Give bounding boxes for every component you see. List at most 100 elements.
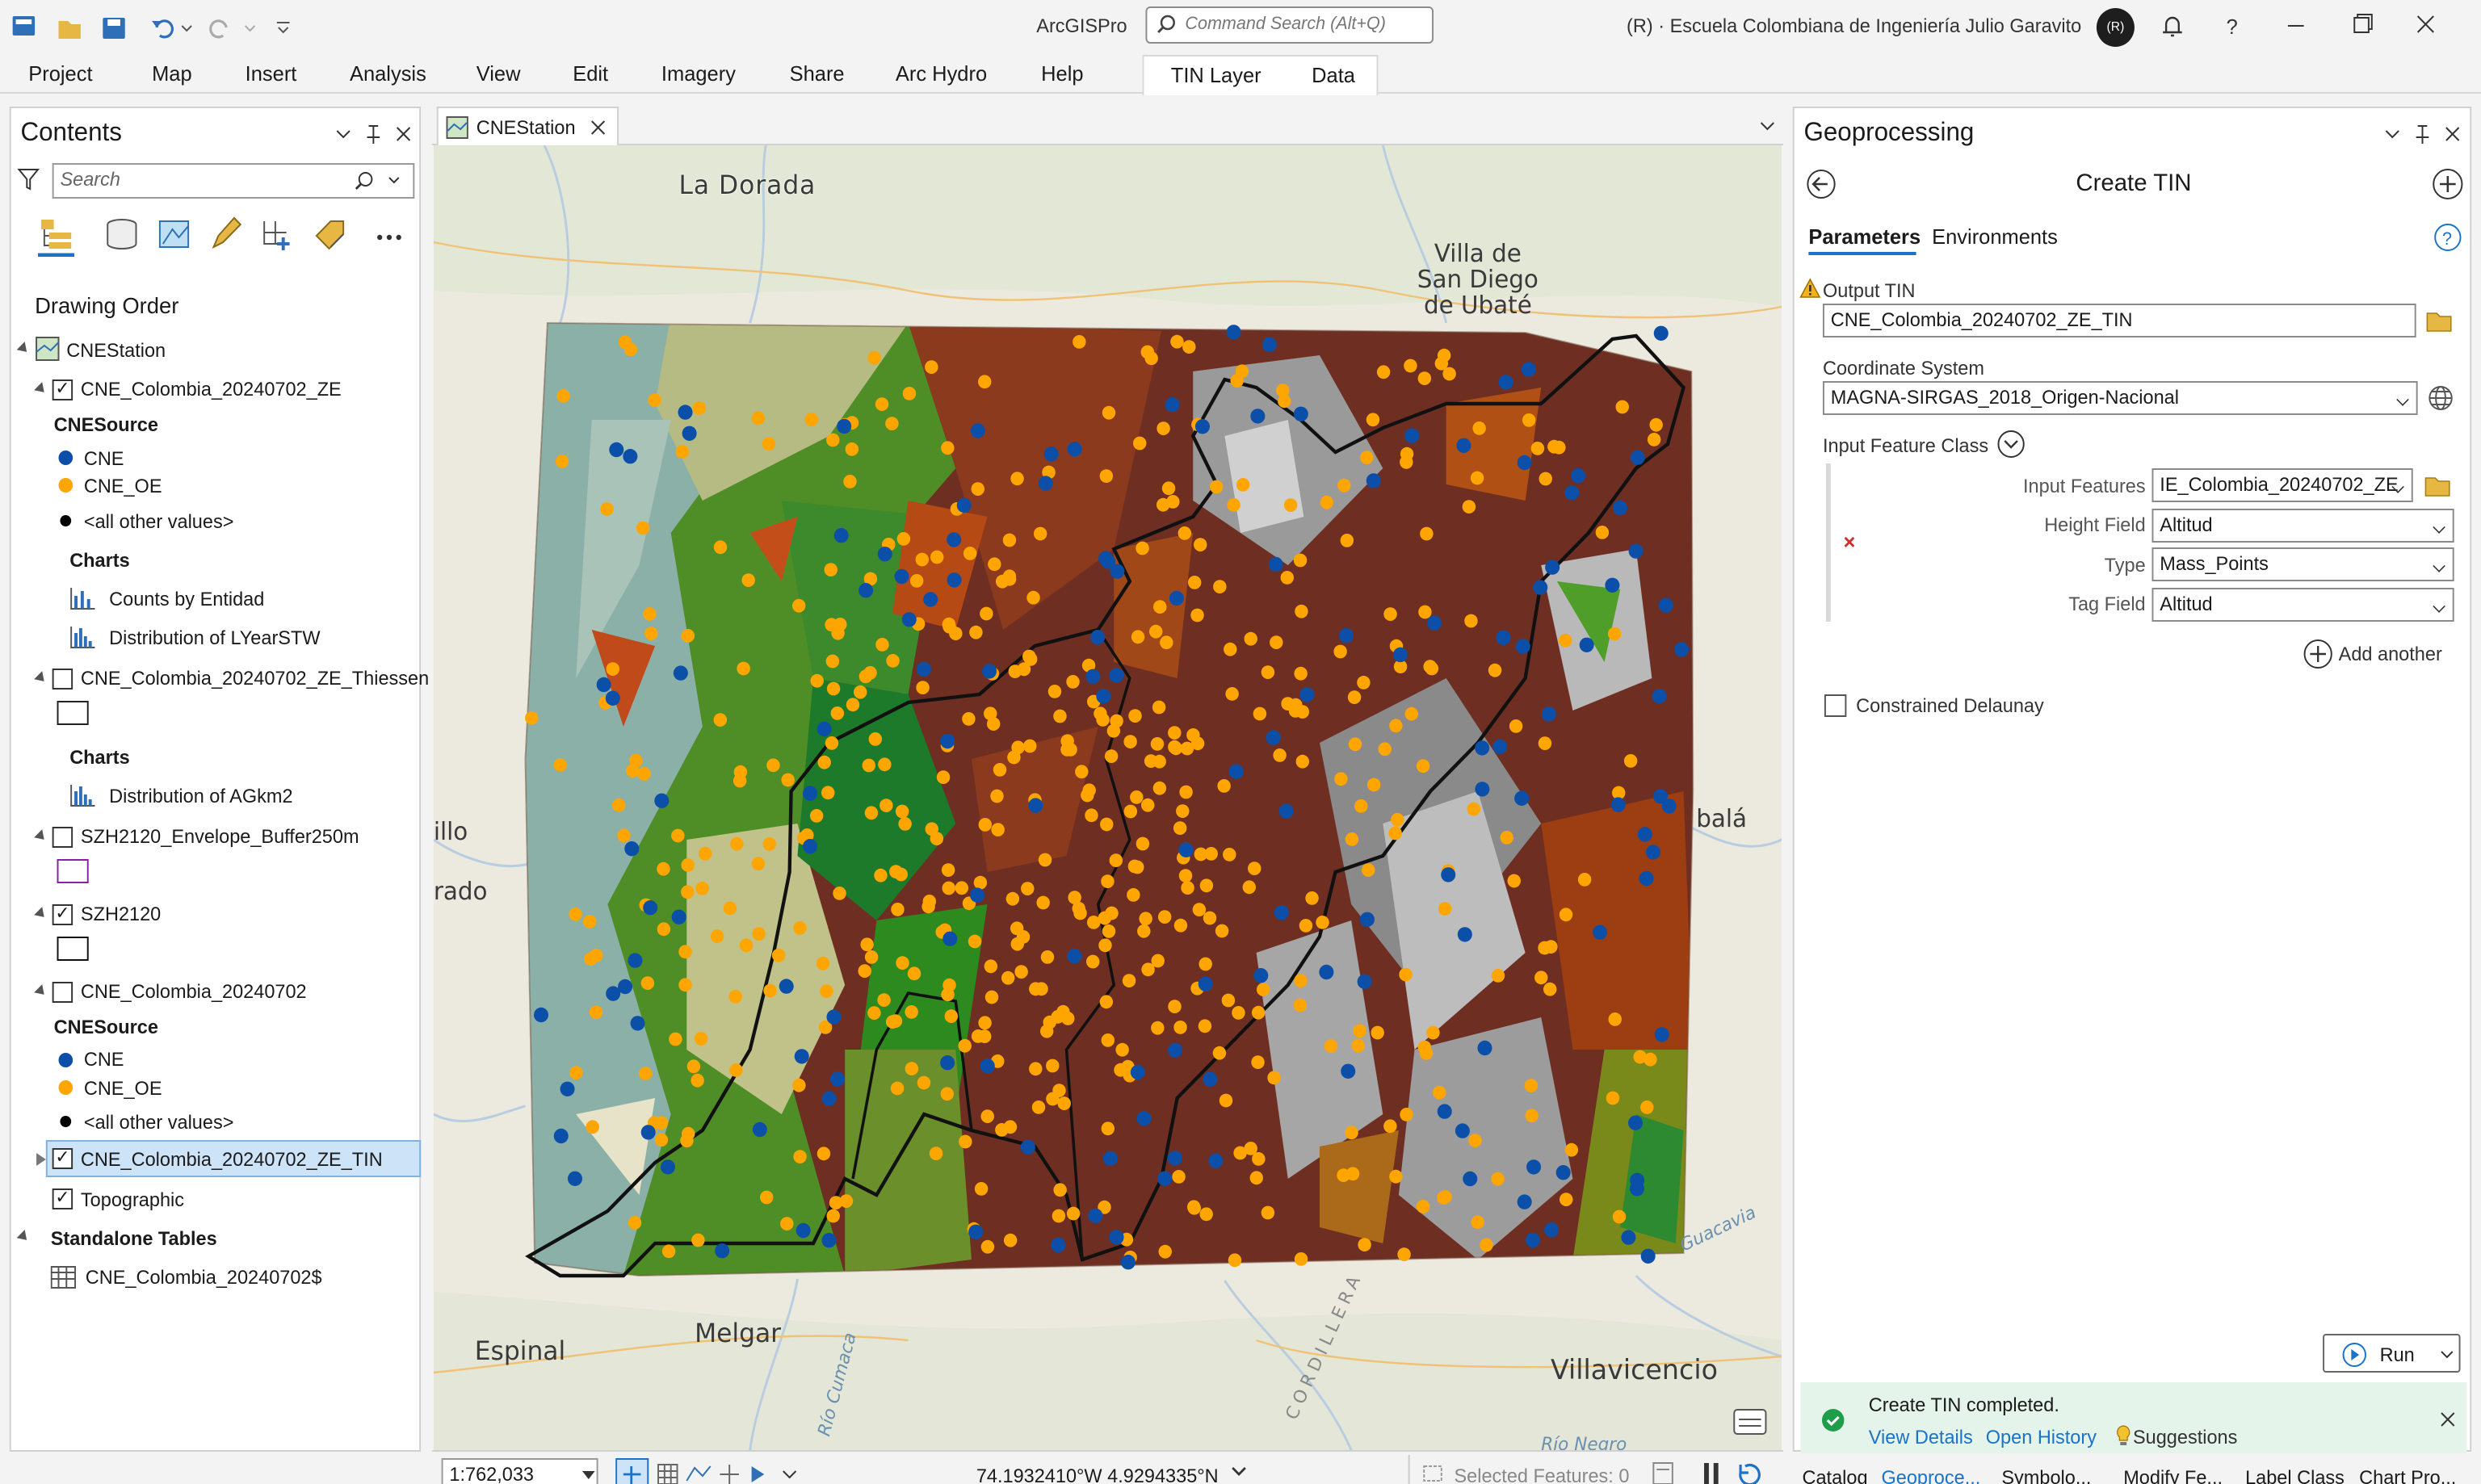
polygon-symbol[interactable] xyxy=(57,701,89,725)
station-point[interactable] xyxy=(962,712,976,726)
station-point[interactable] xyxy=(730,836,744,851)
station-point[interactable] xyxy=(1160,635,1173,650)
station-point[interactable] xyxy=(1347,690,1362,704)
station-point[interactable] xyxy=(1173,821,1187,835)
station-point[interactable] xyxy=(1266,730,1281,745)
station-point[interactable] xyxy=(917,1075,931,1090)
station-point[interactable] xyxy=(821,786,835,800)
station-point[interactable] xyxy=(1167,1151,1182,1166)
station-point[interactable] xyxy=(1595,526,1610,539)
station-point[interactable] xyxy=(681,858,695,872)
station-point[interactable] xyxy=(1645,845,1660,860)
station-point[interactable] xyxy=(1236,478,1250,492)
station-point[interactable] xyxy=(877,993,891,1007)
tab-modify-features[interactable]: Modify Fe... xyxy=(2123,1460,2223,1484)
station-point[interactable] xyxy=(1274,905,1289,920)
station-point[interactable] xyxy=(1248,861,1261,875)
station-point[interactable] xyxy=(643,607,657,621)
station-point[interactable] xyxy=(803,839,818,854)
station-point[interactable] xyxy=(1021,882,1035,895)
station-point[interactable] xyxy=(1110,714,1123,728)
station-point[interactable] xyxy=(1362,863,1375,877)
station-point[interactable] xyxy=(905,1005,918,1019)
collapse-icon[interactable] xyxy=(34,829,48,844)
station-point[interactable] xyxy=(963,547,977,560)
station-point[interactable] xyxy=(830,706,845,720)
station-point[interactable] xyxy=(886,654,900,668)
station-point[interactable] xyxy=(1472,421,1486,435)
station-point[interactable] xyxy=(1090,630,1106,645)
station-point[interactable] xyxy=(1500,831,1513,845)
station-point[interactable] xyxy=(1559,1193,1573,1206)
station-point[interactable] xyxy=(1075,765,1089,779)
station-point[interactable] xyxy=(1654,1027,1669,1042)
station-point[interactable] xyxy=(1068,891,1081,904)
station-point[interactable] xyxy=(1085,808,1098,823)
station-point[interactable] xyxy=(1464,614,1478,628)
station-point[interactable] xyxy=(1038,476,1053,491)
station-point[interactable] xyxy=(947,532,962,547)
station-point[interactable] xyxy=(1283,498,1298,512)
station-point[interactable] xyxy=(864,806,879,820)
station-point[interactable] xyxy=(1104,749,1119,763)
station-point[interactable] xyxy=(741,573,755,587)
station-point[interactable] xyxy=(660,1159,675,1175)
station-point[interactable] xyxy=(1101,874,1115,888)
collapse-icon[interactable] xyxy=(34,984,48,999)
station-point[interactable] xyxy=(1057,1096,1071,1110)
station-point[interactable] xyxy=(929,1147,943,1160)
station-point[interactable] xyxy=(843,475,857,488)
station-point[interactable] xyxy=(1011,740,1025,755)
station-point[interactable] xyxy=(1152,781,1167,795)
station-point[interactable] xyxy=(846,698,860,712)
station-point[interactable] xyxy=(657,922,671,937)
station-point[interactable] xyxy=(596,677,611,693)
station-point[interactable] xyxy=(1637,827,1652,842)
station-point[interactable] xyxy=(1099,469,1114,483)
station-point[interactable] xyxy=(956,497,972,513)
station-point[interactable] xyxy=(1003,1233,1018,1247)
station-point[interactable] xyxy=(1060,743,1074,757)
station-point[interactable] xyxy=(1173,918,1188,933)
tab-label-class[interactable]: Label Class xyxy=(2245,1460,2345,1484)
station-point[interactable] xyxy=(1036,895,1050,910)
station-point[interactable] xyxy=(923,592,938,607)
station-point[interactable] xyxy=(553,758,567,772)
station-point[interactable] xyxy=(794,1049,809,1064)
add-tool-icon[interactable] xyxy=(2430,166,2465,202)
station-point[interactable] xyxy=(1630,450,1645,465)
station-point[interactable] xyxy=(1156,497,1170,512)
station-point[interactable] xyxy=(1192,903,1207,916)
layer-visibility-checkbox[interactable]: ✓ xyxy=(52,1188,73,1209)
station-point[interactable] xyxy=(1612,500,1628,516)
station-point[interactable] xyxy=(1545,560,1560,575)
constrained-delaunay-checkbox[interactable] xyxy=(1824,694,1847,717)
station-point[interactable] xyxy=(1366,473,1381,488)
station-point[interactable] xyxy=(839,1194,854,1208)
station-point[interactable] xyxy=(1031,1100,1046,1114)
station-point[interactable] xyxy=(1067,442,1082,457)
collapse-icon[interactable] xyxy=(34,671,48,685)
chart-item[interactable]: Distribution of AGkm2 xyxy=(109,780,292,812)
station-point[interactable] xyxy=(803,786,818,801)
station-point[interactable] xyxy=(1157,421,1170,435)
station-point[interactable] xyxy=(845,442,859,456)
station-point[interactable] xyxy=(1404,358,1417,373)
station-point[interactable] xyxy=(1319,964,1334,980)
layer-name[interactable]: SZH2120 xyxy=(81,898,161,930)
station-point[interactable] xyxy=(1088,1208,1103,1224)
station-point[interactable] xyxy=(657,861,670,876)
station-point[interactable] xyxy=(1491,1172,1505,1186)
tab-map[interactable]: Map xyxy=(152,55,192,94)
station-point[interactable] xyxy=(686,1059,701,1074)
station-point[interactable] xyxy=(1141,962,1155,977)
station-point[interactable] xyxy=(1046,1092,1060,1106)
station-point[interactable] xyxy=(1289,698,1303,712)
station-point[interactable] xyxy=(1168,726,1182,740)
station-point[interactable] xyxy=(1341,1063,1356,1079)
station-point[interactable] xyxy=(1462,500,1476,514)
station-point[interactable] xyxy=(942,881,955,895)
window-controls[interactable]: ? xyxy=(2158,11,2443,40)
station-point[interactable] xyxy=(762,437,776,451)
station-point[interactable] xyxy=(525,711,539,725)
